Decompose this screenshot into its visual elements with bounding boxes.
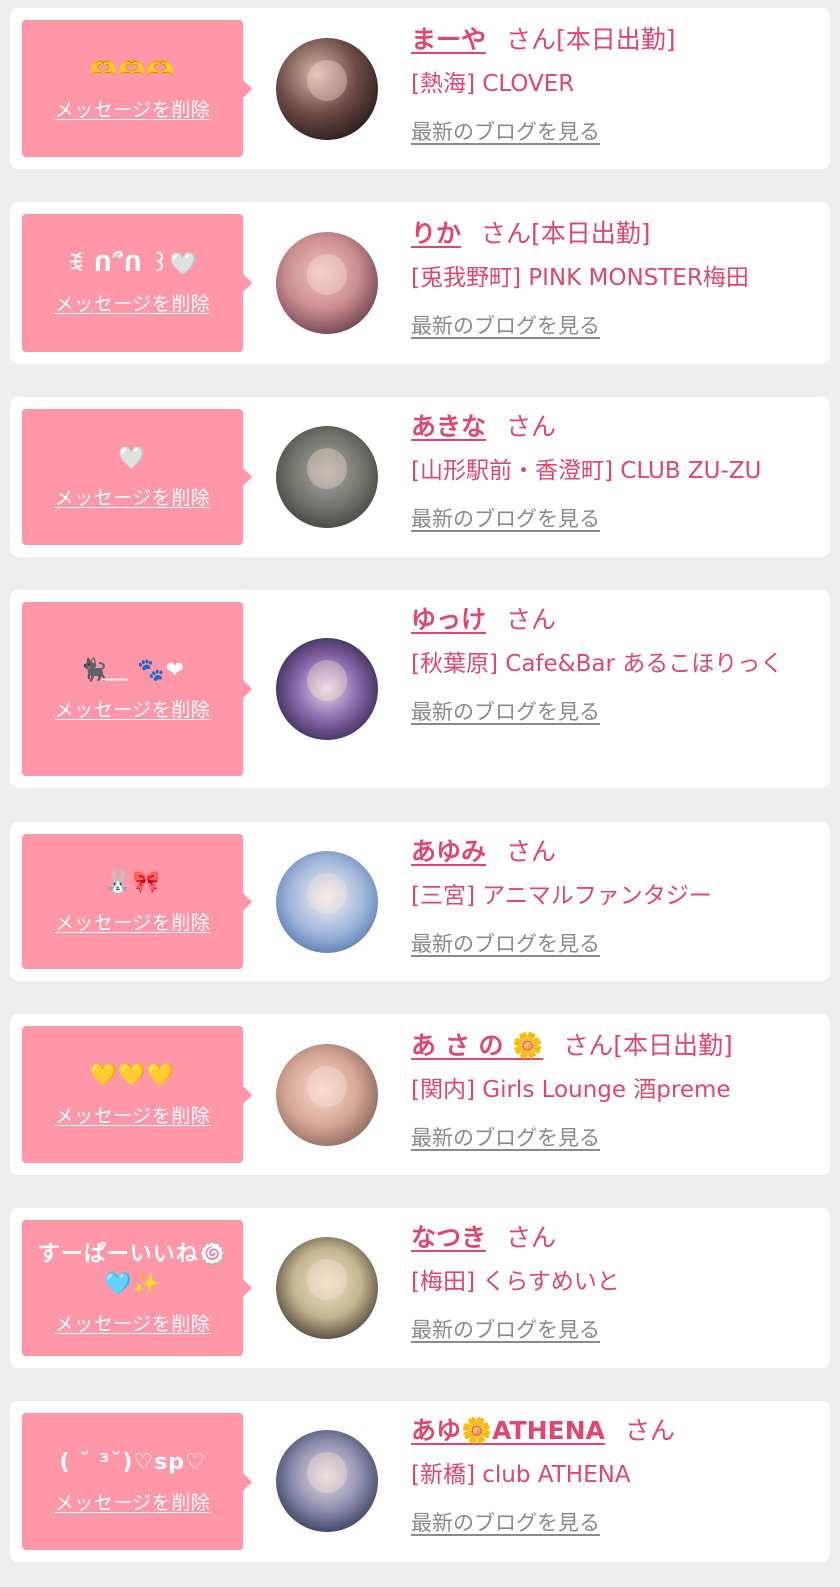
cast-card: 🤍 メッセージを削除 あきな さん [山形駅前・香澄町] CLUB ZU-ZU 最… [10, 397, 830, 557]
message-text: 🐰🎀 [104, 870, 161, 896]
cast-card: すーぱーいいね🍥 🩵✨ メッセージを削除 なつき さん [梅田] くらすめいと 最… [10, 1208, 830, 1368]
cast-info: ゆっけ さん [秋葉原] Cafe&Bar あるこほりっく 最新のブログを見る [411, 602, 820, 726]
latest-blog-link[interactable]: 最新のブログを見る [411, 1122, 600, 1152]
delete-message-link[interactable]: メッセージを削除 [55, 1309, 211, 1336]
cast-info: あゆ🌼ATHENA さん [新橋] club ATHENA 最新のブログを見る [411, 1413, 820, 1537]
name-row: まーや さん[本日出勤] [411, 22, 820, 58]
message-bubble: すーぱーいいね🍥 🩵✨ メッセージを削除 [22, 1220, 252, 1356]
cast-info: まーや さん[本日出勤] [熱海] CLOVER 最新のブログを見る [411, 22, 820, 146]
latest-blog-link[interactable]: 最新のブログを見る [411, 928, 600, 958]
message-bubble: ꉂ ᑎ՞ᑎ ꒱🤍 メッセージを削除 [22, 214, 252, 352]
latest-blog-link[interactable]: 最新のブログを見る [411, 1314, 600, 1344]
message-text: ( ˘ ³˘)♡sp♡ [59, 1450, 206, 1476]
name-row: あきな さん [411, 409, 820, 445]
name-row: あ さ の 🌼 さん[本日出勤] [411, 1028, 820, 1064]
message-bubble: ( ˘ ³˘)♡sp♡ メッセージを削除 [22, 1413, 252, 1550]
honorific: さん [506, 25, 557, 54]
cast-avatar[interactable] [276, 1430, 378, 1532]
message-bubble: 🤍 メッセージを削除 [22, 409, 252, 545]
delete-message-link[interactable]: メッセージを削除 [55, 483, 211, 510]
message-text: 🫶🫶🫶 [89, 57, 176, 83]
latest-blog-link[interactable]: 最新のブログを見る [411, 1507, 600, 1537]
message-bubble: 🫶🫶🫶 メッセージを削除 [22, 20, 252, 157]
attendance-badge: [本日出勤] [531, 219, 651, 248]
name-row: ゆっけ さん [411, 602, 820, 638]
shop-label: [梅田] くらすめいと [411, 1269, 620, 1295]
shop-label: [秋葉原] Cafe&Bar あるこほりっく [411, 651, 784, 677]
cast-avatar[interactable] [276, 426, 378, 528]
cast-name-link[interactable]: あゆ🌼ATHENA [411, 1416, 605, 1445]
message-bubble: 💛💛💛 メッセージを削除 [22, 1026, 252, 1163]
cast-card: 🐈‍⬛𝅽 𝅽 𝅽 𝅽 🐾❤ メッセージを削除 ゆっけ さん [秋葉原] Cafe&… [10, 590, 830, 788]
honorific: さん [506, 605, 557, 634]
attendance-badge: [本日出勤] [556, 25, 676, 54]
honorific: さん [506, 837, 557, 866]
cast-avatar[interactable] [276, 851, 378, 953]
cast-info: あきな さん [山形駅前・香澄町] CLUB ZU-ZU 最新のブログを見る [411, 409, 820, 533]
cast-name-link[interactable]: あゆみ [411, 837, 486, 866]
attendance-badge: [本日出勤] [613, 1031, 733, 1060]
cast-info: あゆみ さん [三宮] アニマルファンタジー 最新のブログを見る [411, 834, 820, 958]
cast-info: りか さん[本日出勤] [兎我野町] PINK MONSTER梅田 最新のブログを… [411, 216, 820, 340]
shop-label: [兎我野町] PINK MONSTER梅田 [411, 265, 749, 291]
cast-avatar[interactable] [276, 1044, 378, 1146]
message-bubble: 🐈‍⬛𝅽 𝅽 𝅽 𝅽 🐾❤ メッセージを削除 [22, 602, 252, 776]
latest-blog-link[interactable]: 最新のブログを見る [411, 310, 600, 340]
name-row: りか さん[本日出勤] [411, 216, 820, 252]
honorific: さん [624, 1416, 675, 1445]
message-text: 🤍 [118, 445, 147, 471]
cast-avatar[interactable] [276, 1237, 378, 1339]
cast-name-link[interactable]: なつき [411, 1223, 486, 1252]
shop-label: [熱海] CLOVER [411, 71, 575, 97]
cast-info: あ さ の 🌼 さん[本日出勤] [関内] Girls Lounge 酒preme… [411, 1028, 820, 1152]
cast-card: 🐰🎀 メッセージを削除 あゆみ さん [三宮] アニマルファンタジー 最新のブログ… [10, 822, 830, 981]
name-row: あゆ🌼ATHENA さん [411, 1413, 820, 1449]
name-row: あゆみ さん [411, 834, 820, 870]
delete-message-link[interactable]: メッセージを削除 [55, 95, 211, 122]
cast-avatar[interactable] [276, 232, 378, 334]
cast-name-link[interactable]: まーや [411, 25, 486, 54]
delete-message-link[interactable]: メッセージを削除 [55, 1101, 211, 1128]
cast-card: 🫶🫶🫶 メッセージを削除 まーや さん[本日出勤] [熱海] CLOVER 最新の… [10, 8, 830, 169]
honorific: さん [506, 412, 557, 441]
latest-blog-link[interactable]: 最新のブログを見る [411, 116, 600, 146]
shop-label: [三宮] アニマルファンタジー [411, 883, 712, 909]
delete-message-link[interactable]: メッセージを削除 [55, 695, 211, 722]
cast-name-link[interactable]: あきな [411, 412, 486, 441]
honorific: さん [481, 219, 532, 248]
delete-message-link[interactable]: メッセージを削除 [55, 289, 211, 316]
honorific: さん [506, 1223, 557, 1252]
cast-name-link[interactable]: ゆっけ [411, 605, 486, 634]
cast-avatar[interactable] [276, 638, 378, 740]
message-text: 💛💛💛 [89, 1063, 176, 1089]
name-row: なつき さん [411, 1220, 820, 1256]
cast-card: ꉂ ᑎ՞ᑎ ꒱🤍 メッセージを削除 りか さん[本日出勤] [兎我野町] PINK… [10, 202, 830, 364]
favorite-cast-list: 🫶🫶🫶 メッセージを削除 まーや さん[本日出勤] [熱海] CLOVER 最新の… [0, 0, 840, 1587]
cast-avatar[interactable] [276, 38, 378, 140]
honorific: さん [563, 1031, 614, 1060]
cast-card: 💛💛💛 メッセージを削除 あ さ の 🌼 さん[本日出勤] [関内] Girls … [10, 1014, 830, 1175]
cast-info: なつき さん [梅田] くらすめいと 最新のブログを見る [411, 1220, 820, 1344]
delete-message-link[interactable]: メッセージを削除 [55, 908, 211, 935]
message-text: ꉂ ᑎ՞ᑎ ꒱🤍 [67, 251, 198, 277]
latest-blog-link[interactable]: 最新のブログを見る [411, 696, 600, 726]
shop-label: [新橋] club ATHENA [411, 1462, 631, 1488]
cast-name-link[interactable]: りか [411, 219, 461, 248]
shop-label: [山形駅前・香澄町] CLUB ZU-ZU [411, 458, 762, 484]
shop-label: [関内] Girls Lounge 酒preme [411, 1077, 731, 1103]
cast-name-link[interactable]: あ さ の 🌼 [411, 1031, 543, 1060]
cast-card: ( ˘ ³˘)♡sp♡ メッセージを削除 あゆ🌼ATHENA さん [新橋] cl… [10, 1401, 830, 1562]
delete-message-link[interactable]: メッセージを削除 [55, 1488, 211, 1515]
message-bubble: 🐰🎀 メッセージを削除 [22, 834, 252, 969]
latest-blog-link[interactable]: 最新のブログを見る [411, 503, 600, 533]
message-text: 🐈‍⬛𝅽 𝅽 𝅽 𝅽 🐾❤ [79, 657, 186, 683]
message-text: すーぱーいいね🍥 🩵✨ [37, 1241, 228, 1297]
